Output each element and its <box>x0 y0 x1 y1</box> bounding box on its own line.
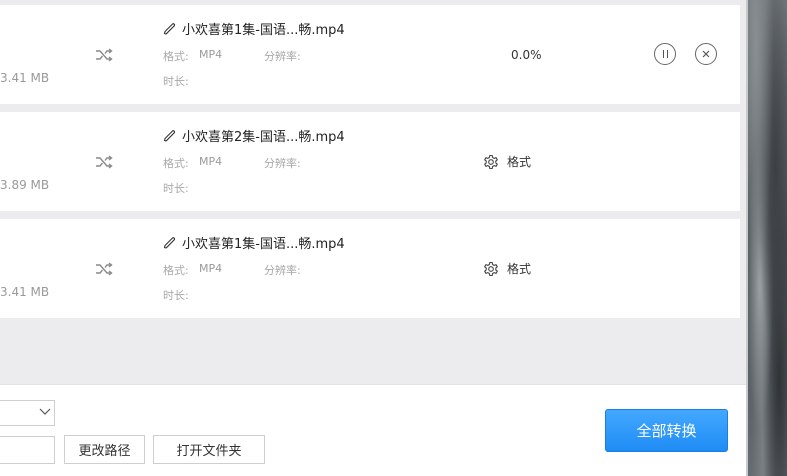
pencil-icon[interactable] <box>163 236 176 249</box>
task-list: 3.41 MB 小欢喜第1集-国语...畅.mp4 格式: MP4 分辨率: 时… <box>0 0 746 384</box>
file-name: 小欢喜第1集-国语...畅.mp4 <box>182 236 345 252</box>
close-button[interactable] <box>695 43 717 65</box>
pencil-icon[interactable] <box>163 22 176 35</box>
progress-percent: 0.0% <box>511 48 542 62</box>
file-title[interactable]: 小欢喜第2集-国语...畅.mp4 <box>163 126 345 145</box>
change-path-button[interactable]: 更改路径 <box>64 435 145 464</box>
file-title[interactable]: 小欢喜第1集-国语...畅.mp4 <box>163 233 345 252</box>
output-path-input[interactable] <box>0 436 55 464</box>
desktop-background <box>748 0 787 476</box>
duration-label: 时长: <box>163 289 189 302</box>
shuffle-icon <box>96 48 113 62</box>
gear-icon <box>484 154 498 169</box>
shuffle-icon <box>96 155 113 169</box>
file-name: 小欢喜第2集-国语...畅.mp4 <box>182 129 345 145</box>
file-size: 3.41 MB <box>0 71 50 85</box>
convert-all-button[interactable]: 全部转换 <box>605 409 728 452</box>
duration-label: 时长: <box>163 182 189 195</box>
format-value: MP4 <box>199 48 223 61</box>
output-format-select[interactable] <box>0 400 55 426</box>
file-size: 3.41 MB <box>0 285 50 299</box>
format-value: MP4 <box>199 262 223 275</box>
resolution-label: 分辨率: <box>264 264 301 277</box>
format-label: 格式: <box>163 264 189 277</box>
format-settings-button[interactable]: 格式 <box>483 153 531 170</box>
duration-label: 时长: <box>163 75 189 88</box>
task-item: 3.89 MB 小欢喜第2集-国语...畅.mp4 格式: MP4 分辨率: 时… <box>0 112 740 211</box>
file-title[interactable]: 小欢喜第1集-国语...畅.mp4 <box>163 19 345 38</box>
shuffle-icon <box>96 262 113 276</box>
chevron-down-icon <box>39 408 51 415</box>
task-item: 3.41 MB 小欢喜第1集-国语...畅.mp4 格式: MP4 分辨率: 时… <box>0 5 740 104</box>
format-button-label: 格式 <box>507 155 532 169</box>
converter-window: 3.41 MB 小欢喜第1集-国语...畅.mp4 格式: MP4 分辨率: 时… <box>0 0 748 476</box>
file-name: 小欢喜第1集-国语...畅.mp4 <box>182 22 345 38</box>
task-item: 3.41 MB 小欢喜第1集-国语...畅.mp4 格式: MP4 分辨率: 时… <box>0 219 740 318</box>
resolution-label: 分辨率: <box>264 50 301 63</box>
file-size: 3.89 MB <box>0 178 50 192</box>
bottom-toolbar: 更改路径 打开文件夹 全部转换 <box>0 384 746 476</box>
close-icon <box>702 50 710 58</box>
format-value: MP4 <box>199 155 223 168</box>
format-settings-button[interactable]: 格式 <box>483 260 531 277</box>
format-button-label: 格式 <box>507 262 532 276</box>
pencil-icon[interactable] <box>163 129 176 142</box>
resolution-label: 分辨率: <box>264 157 301 170</box>
format-label: 格式: <box>163 157 189 170</box>
format-label: 格式: <box>163 50 189 63</box>
open-folder-button[interactable]: 打开文件夹 <box>153 435 265 464</box>
gear-icon <box>484 261 498 276</box>
pause-button[interactable] <box>654 43 676 65</box>
